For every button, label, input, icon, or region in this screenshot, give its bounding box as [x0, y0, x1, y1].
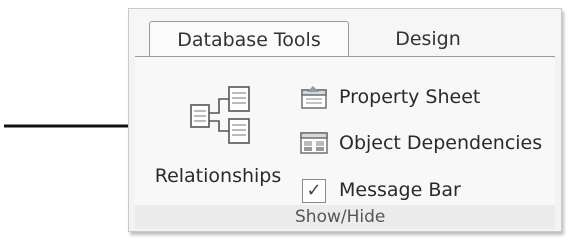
- check-icon: ✓: [302, 179, 326, 203]
- ribbon: Database Tools Design Relationships Prop…: [128, 8, 562, 232]
- message-bar-checkbox[interactable]: ✓: [299, 177, 329, 203]
- relationships-button[interactable]: Relationships: [143, 75, 293, 195]
- tab-database-tools[interactable]: Database Tools: [149, 21, 349, 58]
- object-dependencies-icon: [299, 130, 329, 156]
- property-sheet-button[interactable]: Property Sheet: [299, 81, 480, 113]
- message-bar-toggle[interactable]: ✓ Message Bar: [299, 174, 461, 206]
- property-sheet-label: Property Sheet: [339, 86, 481, 108]
- object-dependencies-button[interactable]: Object Dependencies: [299, 127, 542, 159]
- relationships-label: Relationships: [154, 165, 282, 187]
- property-sheet-icon: [299, 84, 329, 110]
- show-hide-group: Relationships Property Sheet Object Depe…: [135, 56, 555, 229]
- ribbon-tab-strip: Database Tools Design: [129, 9, 561, 58]
- tab-design[interactable]: Design: [373, 21, 483, 57]
- group-label: Show/Hide: [295, 207, 386, 227]
- message-bar-label: Message Bar: [339, 179, 461, 201]
- relationships-icon: [190, 86, 250, 144]
- object-dependencies-label: Object Dependencies: [339, 132, 543, 154]
